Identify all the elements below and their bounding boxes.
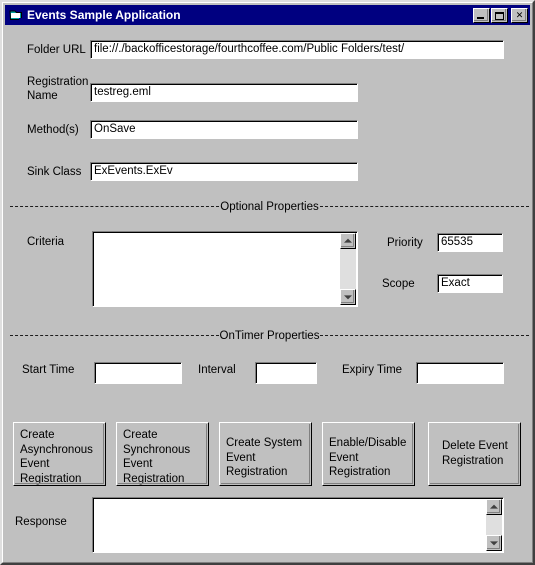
optional-properties-divider: Optional Properties	[10, 200, 530, 214]
folder-url-value: file://./backofficestorage/fourthcoffee.…	[94, 43, 405, 55]
create-asynchronous-event-registration-button[interactable]: Create Asynchronous Event Registration	[13, 422, 106, 486]
criteria-textarea[interactable]	[92, 231, 358, 307]
chevron-down-icon	[344, 295, 352, 300]
create-system-event-registration-button[interactable]: Create System Event Registration	[219, 422, 312, 486]
priority-value: 65535	[441, 236, 473, 248]
expiry-time-label: Expiry Time	[342, 364, 403, 376]
folder-url-input[interactable]: file://./backofficestorage/fourthcoffee.…	[90, 40, 504, 59]
minimize-icon	[477, 16, 484, 19]
delete-event-registration-button[interactable]: Delete Event Registration	[428, 422, 521, 486]
folder-url-label: Folder URL	[27, 44, 86, 56]
expiry-time-input[interactable]	[416, 362, 504, 384]
priority-input[interactable]: 65535	[437, 233, 503, 252]
registration-name-label: Registration Name	[27, 76, 89, 102]
button-label: Create Asynchronous Event Registration	[20, 429, 93, 485]
scope-input[interactable]: Exact	[437, 274, 503, 293]
ontimer-divider-line-left	[10, 335, 219, 337]
start-time-label: Start Time	[22, 364, 75, 376]
criteria-scroll-up-button[interactable]	[340, 233, 356, 249]
divider-line-right	[319, 206, 530, 208]
button-label: Create Synchronous Event Registration	[123, 429, 191, 485]
minimize-button[interactable]	[473, 7, 490, 23]
create-synchronous-event-registration-button[interactable]: Create Synchronous Event Registration	[116, 422, 209, 486]
scope-label: Scope	[382, 278, 415, 290]
sink-class-label: Sink Class	[27, 166, 82, 178]
sink-class-input[interactable]: ExEvents.ExEv	[90, 162, 358, 181]
registration-name-input[interactable]: testreg.eml	[90, 83, 358, 102]
start-time-input[interactable]	[94, 362, 182, 384]
optional-properties-title: Optional Properties	[220, 200, 319, 213]
scope-value: Exact	[441, 277, 470, 289]
response-scroll-down-button[interactable]	[486, 535, 502, 551]
chevron-up-icon	[490, 504, 498, 509]
methods-value: OnSave	[94, 123, 136, 135]
button-label: Create System Event Registration	[226, 437, 303, 478]
methods-label: Method(s)	[27, 124, 79, 136]
methods-input[interactable]: OnSave	[90, 120, 358, 139]
divider-line-left	[10, 206, 220, 208]
close-button[interactable]: ✕	[511, 7, 528, 23]
close-icon: ✕	[515, 9, 524, 20]
button-label: Enable/Disable Event Registration	[329, 437, 407, 478]
registration-name-value: testreg.eml	[94, 86, 151, 98]
response-scrollbar[interactable]	[486, 499, 502, 551]
sink-class-value: ExEvents.ExEv	[94, 165, 173, 177]
priority-label: Priority	[387, 237, 423, 249]
criteria-scroll-down-button[interactable]	[340, 289, 356, 305]
criteria-label: Criteria	[27, 236, 65, 248]
criteria-scrollbar[interactable]	[340, 233, 356, 305]
response-label: Response	[15, 516, 67, 528]
response-scroll-up-button[interactable]	[486, 499, 502, 515]
interval-input[interactable]	[255, 362, 317, 384]
enable-disable-event-registration-button[interactable]: Enable/Disable Event Registration	[322, 422, 415, 486]
ontimer-properties-divider: OnTimer Properties	[10, 329, 529, 343]
ontimer-divider-line-right	[320, 335, 529, 337]
title-bar[interactable]: Events Sample Application ✕	[5, 5, 530, 25]
chevron-down-icon	[490, 541, 498, 546]
maximize-button[interactable]	[491, 7, 508, 23]
button-label: Delete Event Registration	[442, 440, 508, 467]
application-window: Events Sample Application ✕ Folder URL f…	[0, 0, 535, 565]
folder-icon	[8, 7, 24, 23]
response-textarea[interactable]	[92, 497, 504, 553]
ontimer-properties-title: OnTimer Properties	[219, 329, 320, 342]
window-title: Events Sample Application	[27, 7, 181, 22]
chevron-up-icon	[344, 238, 352, 243]
interval-label: Interval	[198, 364, 236, 376]
maximize-icon	[495, 11, 504, 20]
